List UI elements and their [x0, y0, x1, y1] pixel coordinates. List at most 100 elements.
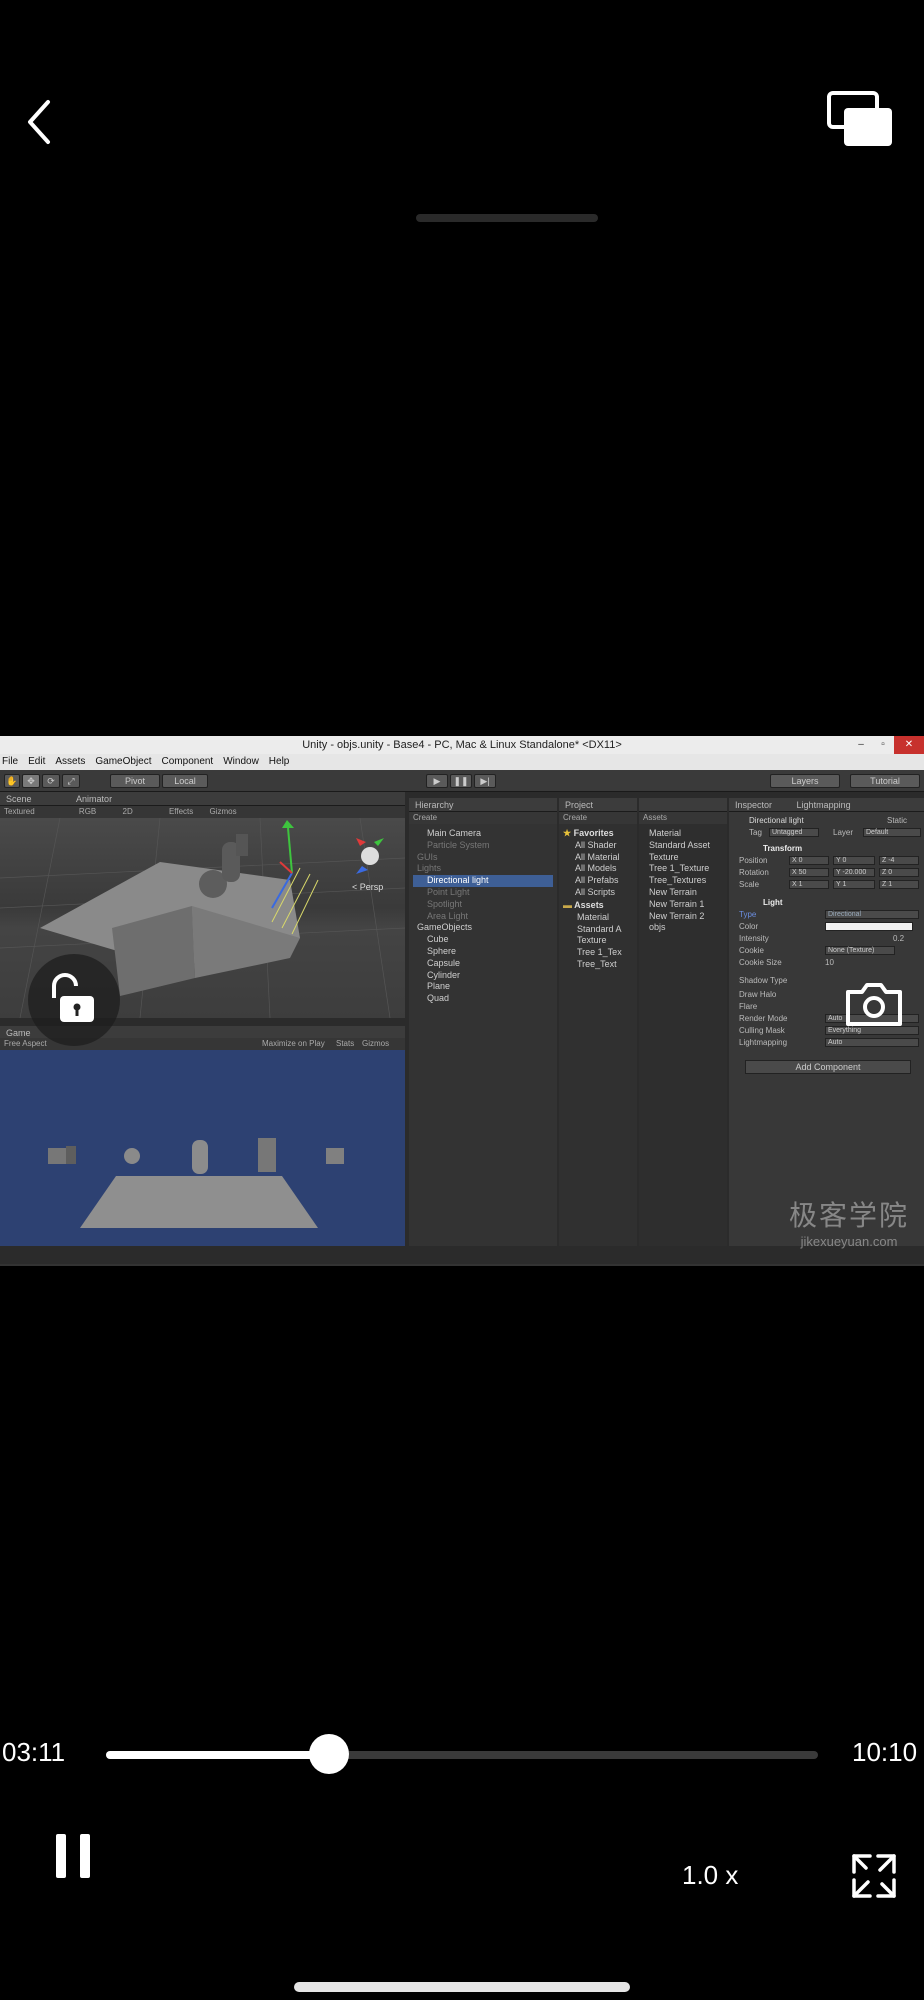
- tag-label: Tag: [749, 828, 762, 837]
- fullscreen-button[interactable]: [850, 1852, 898, 1900]
- list-item: Texture: [649, 851, 679, 862]
- hierarchy-item: Capsule: [427, 957, 461, 968]
- progress-thumb[interactable]: [308, 1734, 349, 1774]
- tab-lightmapping: Lightmapping: [796, 800, 851, 810]
- menu-window: Window: [223, 756, 259, 767]
- culling-mask-label: Culling Mask: [739, 1026, 785, 1035]
- cookie-field: None (Texture): [825, 946, 895, 955]
- total-time: 10:10: [852, 1737, 918, 1767]
- screenshot-button[interactable]: [844, 974, 904, 1034]
- game-graphics: [48, 1138, 344, 1228]
- hierarchy-list: Main Camera Particle System GUIs Lights Dire…: [413, 828, 553, 1005]
- play-icon: ▶: [426, 774, 448, 788]
- list-item: New Terrain 2: [649, 910, 705, 921]
- hierarchy-item: Point Light: [427, 886, 470, 897]
- inspector-tabs: Inspector Lightmapping: [729, 798, 924, 812]
- scene-mode: Textured: [4, 807, 35, 816]
- pause-icon: [56, 1834, 66, 1878]
- list-item: All Models: [575, 863, 617, 874]
- scene-tabs: Scene Animator: [0, 792, 405, 806]
- list-item: Standard A: [577, 923, 622, 934]
- minimize-icon: –: [858, 739, 864, 750]
- position-x: X 0: [789, 856, 829, 865]
- back-button[interactable]: [20, 96, 64, 148]
- tab-inspector: Inspector: [735, 800, 773, 810]
- current-time: 03:11: [2, 1737, 66, 1767]
- position-y: Y 0: [833, 856, 875, 865]
- hierarchy-item: Particle System: [427, 839, 490, 850]
- playback-speed-button[interactable]: 1.0 x: [682, 1860, 738, 1891]
- position-label: Position: [739, 856, 768, 865]
- hierarchy-item: Lights: [417, 863, 442, 874]
- hierarchy-item: GameObjects: [417, 922, 473, 933]
- hierarchy-item: Quad: [427, 993, 450, 1004]
- unlock-icon: [52, 973, 94, 1022]
- rotation-z: Z 0: [879, 868, 919, 877]
- render-mode-label: Render Mode: [739, 1014, 788, 1023]
- lightmapping-field: Auto: [825, 1038, 919, 1047]
- list-item: All Material: [575, 851, 620, 862]
- lightmapping-label: Lightmapping: [739, 1038, 788, 1047]
- window-controls: – ▫ ✕: [850, 736, 924, 754]
- maximize-icon: ▫: [881, 739, 885, 750]
- list-item: Standard Asset: [649, 839, 711, 850]
- menu-bar: File Edit Assets GameObject Component Wi…: [0, 754, 924, 770]
- hierarchy-item: Spotlight: [427, 898, 463, 909]
- flare-label: Flare: [739, 1002, 758, 1011]
- pause-icon: [80, 1834, 90, 1878]
- assets-list-title: Assets: [639, 812, 727, 824]
- step-icon: ▶|: [474, 774, 496, 788]
- add-component-button: Add Component: [745, 1060, 911, 1074]
- list-item: Tree_Text: [577, 958, 617, 969]
- menu-gameobject: GameObject: [95, 756, 152, 767]
- scale-label: Scale: [739, 880, 760, 889]
- draw-halo-label: Draw Halo: [739, 990, 777, 999]
- list-item: Material: [649, 828, 682, 838]
- hierarchy-panel: Hierarchy Create Main Camera Particle Sys…: [409, 798, 557, 1246]
- project-assets-panel: Assets Material Standard Asset Texture T…: [639, 798, 727, 1246]
- tab-game: Game: [6, 1028, 31, 1038]
- star-icon: ★: [563, 828, 572, 838]
- picture-in-picture-button[interactable]: [826, 90, 896, 150]
- type-field: Directional: [825, 910, 919, 919]
- scale-tool-icon: ⤢: [62, 774, 80, 788]
- cookie-size-label: Cookie Size: [739, 958, 782, 967]
- transform-title: Transform: [763, 844, 803, 853]
- tab-animator: Animator: [76, 794, 113, 804]
- home-indicator: [294, 1982, 630, 1992]
- hierarchy-item: Directional light: [413, 875, 553, 887]
- chevron-left-icon: [28, 100, 50, 144]
- window-title: Unity - objs.unity - Base4 - PC, Mac & L…: [0, 736, 924, 754]
- camera-icon: [846, 983, 902, 1026]
- pivot-toggle: Pivot: [110, 774, 160, 788]
- project-tree-panel: Project Create ★ Favorites All Shader Al…: [559, 798, 637, 1246]
- hierarchy-create: Create: [409, 812, 557, 824]
- tab-hierarchy: Hierarchy: [409, 798, 557, 812]
- intensity-value: 0.2: [893, 934, 905, 943]
- list-item: Tree_Textures: [649, 875, 707, 886]
- list-item: New Terrain: [649, 886, 697, 897]
- video-frame[interactable]: Unity - objs.unity - Base4 - PC, Mac & L…: [0, 736, 924, 1264]
- screen-lock-button[interactable]: [28, 954, 120, 1046]
- favorites-list: ★ Favorites All Shader All Material All …: [563, 828, 620, 899]
- hierarchy-item: Cube: [427, 934, 449, 945]
- hierarchy-item: Sphere: [427, 945, 457, 956]
- hierarchy-item: Main Camera: [427, 828, 482, 838]
- pause-small-icon: ❚❚: [450, 774, 472, 788]
- menu-help: Help: [268, 756, 290, 767]
- layer-field: Default: [863, 828, 921, 837]
- scale-x: X 1: [789, 880, 829, 889]
- list-item: All Scripts: [575, 886, 616, 897]
- hierarchy-item: GUIs: [417, 851, 438, 862]
- fullscreen-icon: [852, 1854, 896, 1898]
- video-bottom-edge: [0, 1264, 924, 1266]
- color-swatch: [825, 922, 913, 931]
- scene-subbar: Textured RGB 2D Effects Gizmos: [0, 806, 405, 818]
- layer-label: Layer: [833, 828, 854, 837]
- rotation-y: Y -20.000: [833, 868, 875, 877]
- unity-toolbar: ✋ ✥ ⟳ ⤢ Pivot Local ▶ ❚❚ ▶| Layers Tutor…: [0, 770, 924, 792]
- scale-z: Z 1: [879, 880, 919, 889]
- game-gizmos: Gizmos: [362, 1039, 390, 1048]
- tag-field: Untagged: [769, 828, 819, 837]
- pause-button[interactable]: [54, 1834, 94, 1882]
